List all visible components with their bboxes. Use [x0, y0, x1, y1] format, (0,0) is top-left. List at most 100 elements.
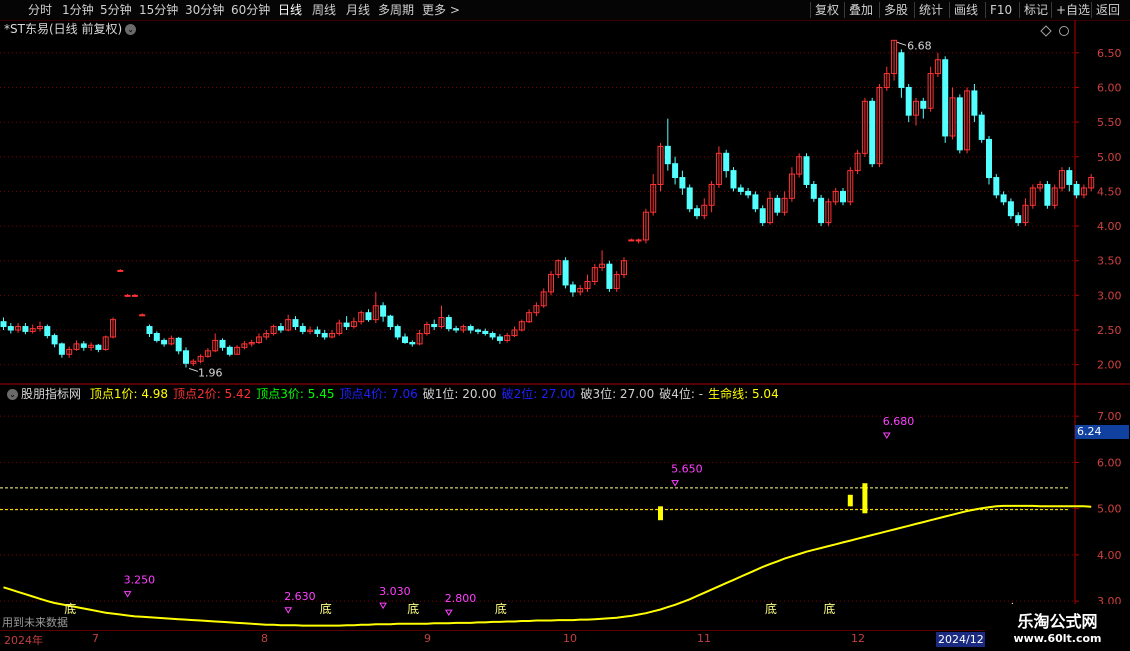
toolbar-button-8[interactable]: 返回 — [1096, 0, 1120, 20]
toolbar-button-3[interactable]: 统计 — [919, 0, 943, 20]
price-tick-label: 2.00 — [1097, 359, 1122, 372]
top-signal-value: 6.680 — [883, 415, 915, 428]
price-tick-label: 4.50 — [1097, 185, 1122, 198]
candle-body-down — [942, 59, 949, 137]
candle-body-down — [475, 329, 481, 332]
candle-body-up — [635, 239, 642, 242]
toolbar-separator — [810, 2, 811, 18]
candle-body-down — [365, 312, 372, 321]
candle-body-down — [774, 197, 781, 213]
toolbar-button-0[interactable]: 复权 — [815, 0, 839, 20]
candle-body-up — [628, 239, 635, 242]
period-toolbar: 分时 1分钟 5分钟 15分钟 30分钟 60分钟 日线 周线 月线 多周期 更多 > 复权 叠加 多股统… — [0, 0, 1130, 21]
period-tab-5[interactable]: 60分钟 — [231, 0, 270, 20]
candle-body-down — [51, 335, 58, 345]
diamond-icon[interactable] — [1040, 25, 1052, 37]
candle-body-down — [175, 337, 182, 352]
date-label: 12 — [851, 632, 865, 645]
bottom-signal-label: 底 — [407, 601, 419, 616]
candle-body-down — [431, 323, 438, 328]
price-tick-label: 3.00 — [1097, 289, 1122, 302]
watermark-title: 乐淘公式网 — [1017, 612, 1098, 631]
toolbar-button-2[interactable]: 多股 — [884, 0, 908, 20]
candle-body-down — [905, 86, 912, 116]
bottom-signal-label: 底 — [320, 601, 332, 616]
top-signal-marker — [379, 602, 387, 610]
high-annotation-pointer — [896, 41, 907, 46]
candle-body-down — [664, 145, 671, 165]
candle-body-down — [161, 339, 168, 345]
candle-body-down — [95, 344, 102, 350]
candle-body-down — [7, 326, 14, 331]
candle-body-down — [380, 305, 387, 317]
toolbar-button-6[interactable]: 标记 — [1024, 0, 1048, 20]
bottom-signal-label: 底 — [765, 601, 777, 616]
candle-body-down — [1007, 201, 1014, 217]
toolbar-separator — [1051, 2, 1052, 18]
candle-body-down — [482, 330, 489, 334]
period-tab-2[interactable]: 5分钟 — [100, 0, 132, 20]
toolbar-separator — [879, 2, 880, 18]
toolbar-separator — [1091, 2, 1092, 18]
toolbar-button-1[interactable]: 叠加 — [849, 0, 873, 20]
candle-body-down — [277, 326, 284, 331]
future-data-hint: 用到未来数据 — [2, 616, 68, 629]
candle-body-down — [745, 190, 752, 196]
indicator-tick-label: 5.00 — [1097, 503, 1122, 516]
candle-body-down — [562, 260, 569, 286]
period-tab-10[interactable]: 更多 > — [422, 0, 460, 20]
price-tick-label: 6.00 — [1097, 81, 1122, 94]
date-label: 2024年 — [4, 634, 43, 647]
candle-body-down — [314, 329, 321, 334]
candle-body-down — [467, 326, 474, 331]
candle-body-down — [292, 319, 299, 328]
period-tab-6[interactable]: 日线 — [278, 0, 302, 20]
period-tab-4[interactable]: 30分钟 — [185, 0, 224, 20]
candle-body-down — [759, 208, 766, 224]
signal-bar — [847, 494, 853, 507]
candle-body-down — [58, 343, 65, 355]
candle-body-down — [694, 208, 700, 217]
life-line-series — [3, 504, 1092, 627]
price-tick-label: 5.50 — [1097, 116, 1122, 129]
toolbar-button-7[interactable]: +自选 — [1056, 0, 1090, 20]
price-tick-label: 2.50 — [1097, 324, 1122, 337]
candle-body-up — [131, 294, 138, 297]
top-signal-marker — [671, 480, 679, 487]
candle-body-down — [226, 346, 233, 355]
date-label: 11 — [697, 632, 711, 645]
candle-body-down — [803, 156, 810, 185]
candle-body-down — [606, 263, 613, 289]
candle-body-down — [679, 177, 686, 189]
date-label: 9 — [424, 632, 431, 645]
period-tab-7[interactable]: 周线 — [312, 0, 336, 20]
date-label: 10 — [563, 632, 577, 645]
top-signal-marker — [123, 591, 132, 598]
period-tab-1[interactable]: 1分钟 — [62, 0, 94, 20]
price-tick-label: 3.50 — [1097, 255, 1122, 268]
toolbar-separator — [985, 2, 986, 18]
candle-body-down — [1000, 194, 1007, 203]
period-tab-0[interactable]: 分时 — [28, 0, 52, 20]
candle-body-down — [898, 52, 905, 88]
period-tab-9[interactable]: 多周期 — [378, 0, 414, 20]
candle-body-down — [1044, 183, 1051, 206]
candle-body-down — [409, 341, 416, 345]
toolbar-button-4[interactable]: 画线 — [954, 0, 978, 20]
candle-body-down — [730, 170, 737, 189]
date-axis: 2024年 7 8 9 10 11 12 2024/12 — [0, 630, 1075, 651]
top-signal-marker — [444, 609, 453, 617]
candle-body-down — [183, 350, 189, 364]
candle-body-down — [986, 138, 992, 179]
toolbar-button-5[interactable]: F10 — [990, 0, 1012, 20]
indicator-tick-label: 7.00 — [1097, 410, 1122, 423]
period-tab-8[interactable]: 月线 — [346, 0, 370, 20]
candle-body-down — [80, 343, 87, 348]
candle-body-down — [387, 315, 394, 328]
candle-body-down — [445, 317, 452, 330]
circle-icon[interactable] — [1059, 26, 1069, 36]
candle-body-down — [44, 326, 51, 337]
candle-body-down — [219, 339, 226, 348]
candle-body-up — [117, 269, 124, 272]
period-tab-3[interactable]: 15分钟 — [139, 0, 178, 20]
